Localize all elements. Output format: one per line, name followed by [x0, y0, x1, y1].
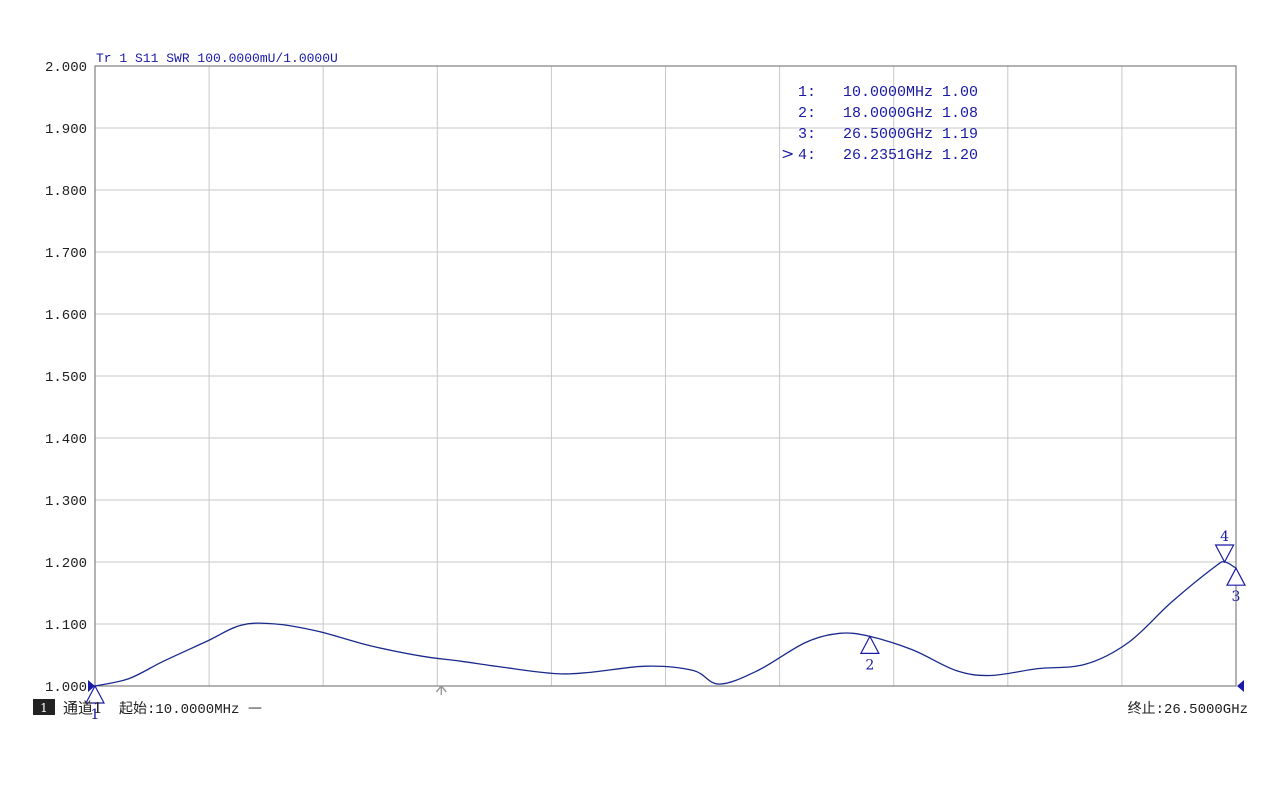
readout-value: 1.20 [942, 147, 978, 164]
y-tick-label: 1.900 [45, 122, 87, 138]
trace-label: Tr 1 S11 SWR 100.0000mU/1.0000U [96, 51, 338, 66]
start-frequency[interactable]: 起始:10.0000MHz [119, 701, 239, 718]
readout-frequency: 26.2351GHz [843, 147, 933, 164]
y-tick-label: 1.200 [45, 556, 87, 572]
readout-row: >4: 26.2351GHz 1.20 [781, 144, 978, 164]
readout-marker-id: 4: [798, 147, 816, 164]
y-tick-label: 2.000 [45, 60, 87, 76]
marker-readout: 1: 10.0000MHz 1.00 2: 18.0000GHz 1.08 3: 26.500… [781, 84, 978, 164]
marker-triangle [1226, 566, 1246, 586]
readout-value: 1.08 [942, 105, 978, 122]
y-tick-label: 1.100 [45, 618, 87, 634]
readout-row: 1: 10.0000MHz 1.00 [798, 84, 978, 101]
marker-number: 2 [865, 657, 874, 673]
y-tick-label: 1.400 [45, 432, 87, 448]
y-tick-label: 1.000 [45, 680, 87, 696]
y-tick-label: 1.300 [45, 494, 87, 510]
y-tick-label: 1.600 [45, 308, 87, 324]
y-tick-label: 1.700 [45, 246, 87, 262]
reference-arrow-right [1237, 680, 1244, 692]
readout-row: 3: 26.5000GHz 1.19 [798, 126, 978, 143]
stop-frequency[interactable]: 终止:26.5000GHz [1128, 701, 1248, 718]
marker-triangle [859, 635, 880, 655]
swr-chart: 2.000 1.900 1.800 1.700 1.600 1.500 1.400 1.300… [33, 51, 1248, 723]
readout-row: 2: 18.0000GHz 1.08 [798, 105, 978, 122]
channel-badge[interactable]: 1 [40, 701, 48, 715]
start-dash: — [248, 700, 262, 716]
scale-arrow [435, 684, 447, 695]
y-axis-ticks: 2.000 1.900 1.800 1.700 1.600 1.500 1.400 1.300… [45, 60, 87, 696]
y-tick-label: 1.500 [45, 370, 87, 386]
marker-2[interactable]: 2 [859, 635, 880, 673]
readout-frequency: 26.5000GHz [843, 126, 933, 143]
readout-value: 1.19 [942, 126, 978, 143]
marker-number: 3 [1232, 589, 1241, 605]
readout-marker-id: 1: [798, 84, 816, 101]
marker-number: 4 [1220, 529, 1229, 545]
readout-frequency: 10.0000MHz [843, 84, 933, 101]
grid [95, 66, 1236, 686]
readout-marker-id: 3: [798, 126, 816, 143]
marker-4[interactable]: 4 [1214, 529, 1235, 564]
readout-value: 1.00 [942, 84, 978, 101]
marker-triangle [1214, 544, 1235, 564]
active-marker-indicator: > [781, 144, 794, 163]
y-tick-label: 1.800 [45, 184, 87, 200]
readout-marker-id: 2: [798, 105, 816, 122]
channel-label: 通道1 [63, 699, 103, 717]
readout-frequency: 18.0000GHz [843, 105, 933, 122]
